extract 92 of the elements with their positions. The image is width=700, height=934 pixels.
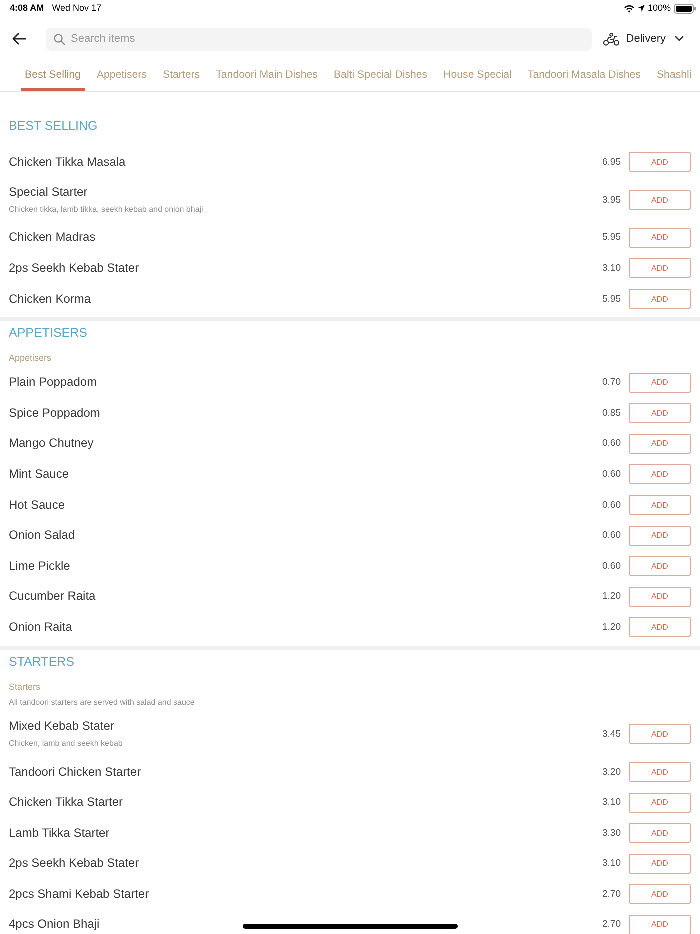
status-date: Wed Nov 17	[52, 3, 102, 14]
add-button[interactable]: ADD	[629, 289, 691, 310]
item-price: 5.95	[602, 294, 621, 305]
item-price: 3.20	[602, 766, 621, 778]
item-name: 2pcs Shami Kebab Starter	[9, 886, 150, 902]
add-button[interactable]: ADD	[629, 190, 691, 210]
add-button[interactable]: ADD	[629, 152, 691, 172]
location-arrow-icon	[638, 5, 645, 12]
item-price: 3.10	[602, 262, 621, 274]
add-button[interactable]: ADD	[629, 792, 691, 813]
item-name: 2ps Seekh Kebab Stater	[9, 260, 140, 276]
section-subtitle: Starters	[9, 680, 42, 694]
item-name: Onion Raita	[9, 620, 72, 635]
add-button[interactable]: ADD	[629, 586, 691, 607]
add-button[interactable]: ADD	[629, 464, 691, 484]
item-price: 0.60	[602, 438, 621, 450]
section-note: All tandoori starters are served with salad and sauce	[9, 696, 196, 709]
add-button[interactable]: ADD	[629, 403, 691, 424]
item-price: 5.95	[602, 232, 621, 244]
search-field[interactable]: Search items	[46, 28, 592, 50]
category-tab[interactable]: Balti Special Dishes	[330, 62, 432, 91]
add-button[interactable]: ADD	[629, 823, 691, 844]
category-tab[interactable]: Best Selling	[21, 62, 85, 91]
add-button[interactable]: ADD	[629, 258, 691, 278]
battery-percentage: 100%	[648, 3, 671, 14]
add-button[interactable]: ADD	[629, 617, 691, 638]
delivery-dropdown[interactable]: Delivery	[603, 32, 684, 46]
item-price: 3.95	[602, 194, 621, 206]
add-button[interactable]: ADD	[629, 914, 691, 934]
item-name: 2ps Seekh Kebab Stater	[9, 856, 140, 872]
item-name: Mint Sauce	[9, 466, 70, 482]
add-button[interactable]: ADD	[629, 556, 691, 576]
wifi-icon	[624, 4, 635, 12]
item-name: Chicken Madras	[9, 230, 96, 246]
add-button[interactable]: ADD	[629, 724, 691, 744]
item-price: 1.20	[602, 622, 621, 633]
section-title: BEST SELLING	[9, 118, 99, 135]
item-name: Special Starter	[9, 185, 88, 200]
section-title: STARTERS	[9, 654, 76, 671]
item-description: Chicken, lamb and seekh kebab	[9, 738, 123, 750]
category-tab[interactable]: House Special	[440, 62, 516, 91]
add-button[interactable]: ADD	[629, 434, 691, 454]
category-tab[interactable]: Starters	[159, 62, 204, 91]
item-name: Onion Salad	[9, 528, 76, 544]
category-tab[interactable]: Tandoori Masala Dishes	[524, 62, 645, 91]
search-icon	[54, 34, 65, 44]
back-button[interactable]	[12, 33, 26, 45]
item-price: 3.30	[602, 828, 621, 839]
item-name: Chicken Korma	[9, 292, 92, 307]
item-name: Cucumber Raita	[9, 589, 96, 604]
category-tab[interactable]: Tandoori Main Dishes	[212, 62, 322, 91]
section-title: APPETISERS	[9, 325, 88, 342]
item-name: Plain Poppadom	[9, 375, 98, 390]
item-price: 3.10	[602, 797, 621, 808]
item-price: 0.85	[602, 408, 621, 419]
item-price: 0.60	[602, 500, 621, 511]
item-name: Lamb Tikka Starter	[9, 826, 110, 841]
item-price: 0.60	[602, 530, 621, 542]
add-button[interactable]: ADD	[629, 495, 691, 516]
item-price: 2.70	[602, 888, 621, 900]
item-description: Chicken tikka, lamb tikka, seekh kebab and onion bhaji	[9, 204, 204, 216]
item-name: Tandoori Chicken Starter	[9, 764, 142, 780]
item-price: 2.70	[602, 919, 621, 930]
item-price: 1.20	[602, 591, 621, 602]
section-subtitle: Appetisers	[9, 352, 53, 366]
item-price: 0.70	[602, 377, 621, 388]
item-price: 3.10	[602, 858, 621, 870]
item-price: 0.60	[602, 468, 621, 480]
item-price: 6.95	[602, 156, 621, 168]
item-price: 0.60	[602, 560, 621, 572]
add-button[interactable]: ADD	[629, 372, 691, 393]
add-button[interactable]: ADD	[629, 526, 691, 546]
item-price: 3.45	[602, 728, 621, 740]
add-button[interactable]: ADD	[629, 762, 691, 782]
item-name: Chicken Tikka Masala	[9, 154, 126, 170]
item-name: Mixed Kebab Stater	[9, 719, 114, 734]
chevron-down-icon	[675, 36, 684, 42]
status-time: 4:08 AM	[10, 3, 44, 14]
add-button[interactable]: ADD	[629, 854, 691, 874]
item-name: Hot Sauce	[9, 498, 66, 513]
item-name: Spice Poppadom	[9, 406, 100, 421]
add-button[interactable]: ADD	[629, 228, 691, 248]
item-name: 4pcs Onion Bhaji	[9, 917, 100, 932]
battery-icon	[674, 4, 697, 14]
item-name: Lime Pickle	[9, 558, 70, 574]
category-tab[interactable]: Appetisers	[92, 62, 152, 91]
add-button[interactable]: ADD	[629, 884, 691, 904]
category-tab[interactable]: Shashli	[652, 62, 696, 91]
scooter-icon	[603, 32, 620, 46]
item-name: Mango Chutney	[9, 436, 94, 452]
arrow-left-icon	[12, 33, 26, 45]
item-name: Chicken Tikka Starter	[9, 795, 124, 810]
